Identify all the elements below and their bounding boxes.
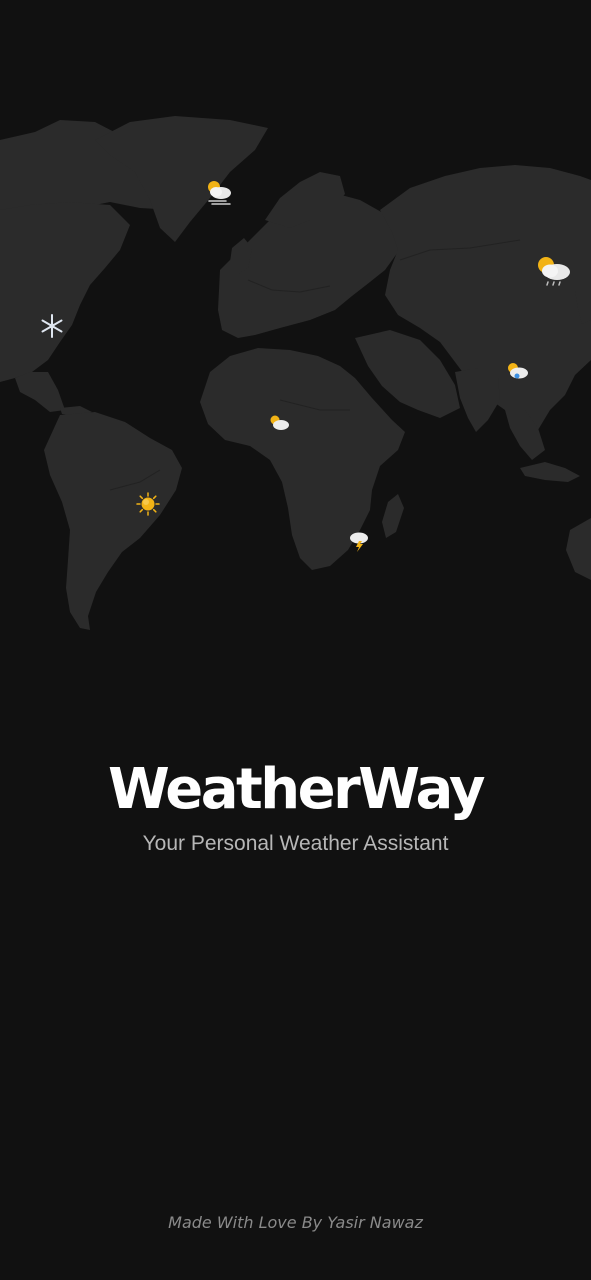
map-india (455, 368, 500, 432)
splash-screen: WeatherWay Your Personal Weather Assista… (0, 0, 591, 1280)
map-north-america (0, 202, 130, 382)
thunderstorm-icon (350, 532, 368, 552)
sun-icon (136, 492, 160, 516)
map-africa (200, 348, 405, 570)
world-map (0, 116, 591, 630)
partly-cloudy-rain-icon (538, 257, 570, 286)
map-australia (566, 518, 591, 580)
app-tagline: Your Personal Weather Assistant (142, 832, 449, 855)
partly-cloudy-icon (270, 415, 289, 430)
app-title: WeatherWay (107, 757, 486, 822)
map-central-america (15, 372, 65, 412)
map-indonesia (520, 462, 580, 482)
map-madagascar (382, 494, 404, 538)
partly-cloudy-rain-icon (508, 363, 528, 379)
partly-cloudy-windy-icon (208, 181, 231, 205)
map-south-america (44, 412, 182, 630)
footer-credit: Made With Love By Yasir Nawaz (168, 1213, 423, 1232)
snowflake-icon (41, 314, 63, 338)
